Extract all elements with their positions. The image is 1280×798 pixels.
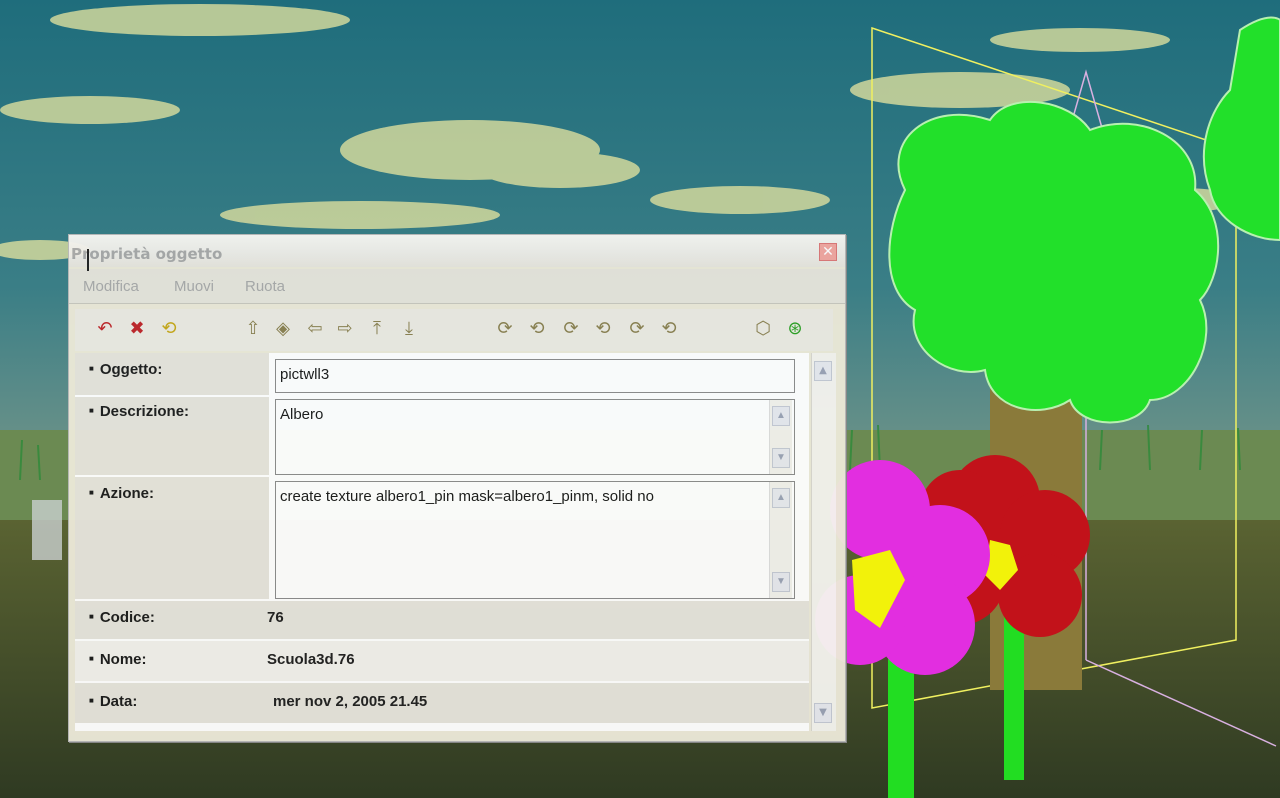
rotate-x-neg-icon[interactable]: ⟲ (525, 317, 549, 341)
descrizione-textarea[interactable]: Albero ▲ ▼ (275, 399, 795, 475)
label-data: Data: (89, 693, 138, 710)
scroll-up-icon[interactable]: ▲ (772, 488, 790, 508)
label-nome: Nome: (89, 651, 147, 668)
undo-icon[interactable]: ↶ (93, 317, 117, 341)
properties-dialog: Proprietà oggetto ✕ Modifica Muovi Ruota… (68, 234, 846, 742)
label-azione: Azione: (89, 485, 154, 502)
rotate-x-pos-icon[interactable]: ⟳ (493, 317, 517, 341)
scroll-down-icon[interactable]: ▼ (772, 572, 790, 592)
toolbar: ↶ ✖ ⟲ ⇧ ◈ ⇦ ⇨ ⤒ ⤓ ⟳ ⟲ ⟳ ⟲ ⟳ ⟲ ⬡ ⊛ (75, 309, 833, 351)
azione-text: create texture albero1_pin mask=albero1_… (280, 488, 654, 505)
title-bar[interactable]: Proprietà oggetto ✕ (69, 235, 845, 267)
move-left-icon[interactable]: ⇦ (303, 317, 327, 341)
rotate-z-pos-icon[interactable]: ⟳ (625, 317, 649, 341)
move-up-icon[interactable]: ⇧ (241, 317, 265, 341)
row-data (75, 683, 809, 723)
label-oggetto: Oggetto: (89, 361, 162, 378)
menu-modifica[interactable]: Modifica (83, 278, 139, 295)
value-nome: Scuola3d.76 (267, 651, 355, 668)
rotate-z-neg-icon[interactable]: ⟲ (657, 317, 681, 341)
scroll-down-icon[interactable]: ▼ (772, 448, 790, 468)
azione-textarea[interactable]: create texture albero1_pin mask=albero1_… (275, 481, 795, 599)
scroll-down-icon[interactable]: ▼ (814, 703, 832, 723)
oggetto-field[interactable]: pictwll3 (275, 359, 795, 393)
menu-bar: Modifica Muovi Ruota (69, 269, 845, 304)
rotate-y-neg-icon[interactable]: ⟲ (591, 317, 615, 341)
move-right-icon[interactable]: ⇨ (333, 317, 357, 341)
descrizione-scrollbar[interactable]: ▲ ▼ (769, 400, 792, 474)
scroll-up-icon[interactable]: ▲ (814, 361, 832, 381)
text-cursor (87, 249, 89, 271)
raise-icon[interactable]: ⤒ (365, 317, 389, 341)
close-icon[interactable]: ✕ (819, 243, 837, 261)
azione-scrollbar[interactable]: ▲ ▼ (769, 482, 792, 598)
menu-ruota[interactable]: Ruota (245, 278, 285, 295)
descrizione-text: Albero (280, 406, 324, 423)
object-icon[interactable]: ⬡ (751, 317, 775, 341)
label-descrizione: Descrizione: (89, 403, 189, 420)
row-nome (75, 641, 809, 681)
rotate-icon[interactable]: ◈ (271, 317, 295, 341)
refresh-icon[interactable]: ⟲ (157, 317, 181, 341)
value-data: mer nov 2, 2005 21.45 (273, 693, 428, 710)
snap-icon[interactable]: ⊛ (783, 317, 807, 341)
properties-panel: Oggetto: pictwll3 Descrizione: Albero ▲ … (75, 353, 809, 731)
label-codice: Codice: (89, 609, 155, 626)
lower-icon[interactable]: ⤓ (397, 317, 421, 341)
delete-icon[interactable]: ✖ (125, 317, 149, 341)
value-codice: 76 (267, 609, 284, 626)
scroll-up-icon[interactable]: ▲ (772, 406, 790, 426)
left-post (32, 500, 62, 560)
row-codice (75, 601, 809, 639)
rotate-y-pos-icon[interactable]: ⟳ (559, 317, 583, 341)
dialog-title: Proprietà oggetto (71, 245, 223, 263)
properties-scrollbar[interactable]: ▲ ▼ (811, 353, 836, 731)
menu-muovi[interactable]: Muovi (174, 278, 214, 295)
